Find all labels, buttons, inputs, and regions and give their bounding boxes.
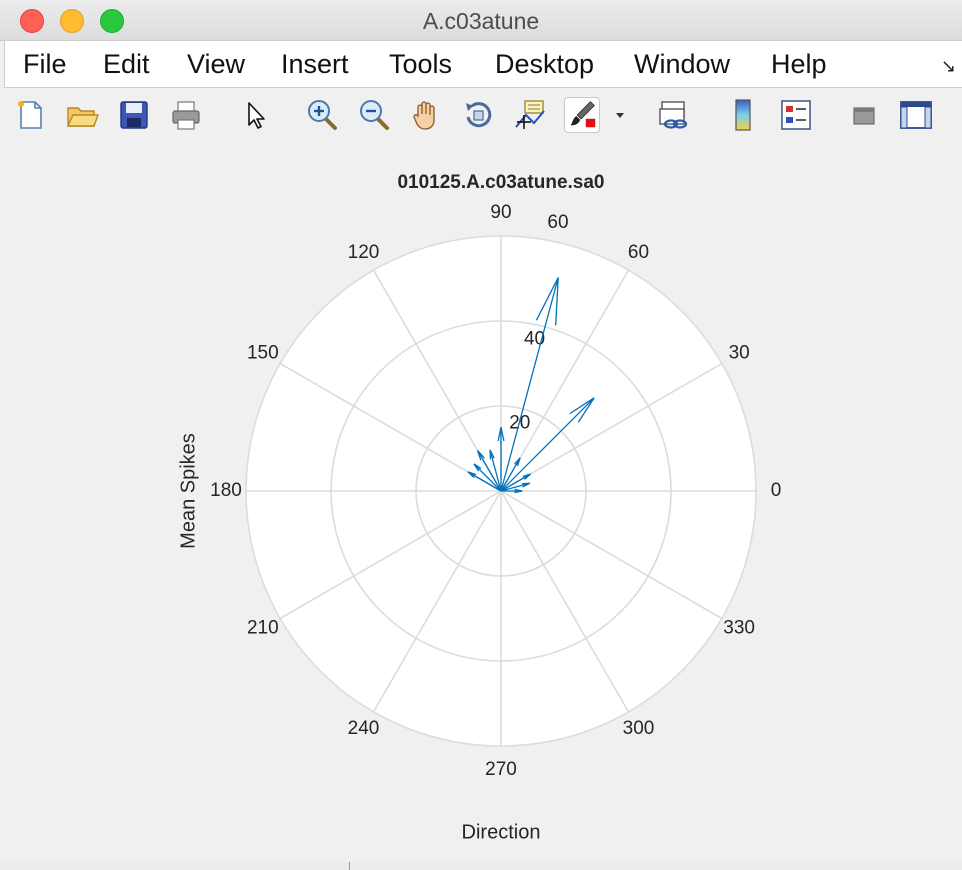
pointer-icon[interactable] xyxy=(238,97,274,133)
chart-title: 010125.A.c03atune.sa0 xyxy=(397,172,604,193)
save-icon[interactable] xyxy=(116,97,152,133)
data-cursor-icon[interactable] xyxy=(512,97,548,133)
pan-hand-icon[interactable] xyxy=(408,97,444,133)
menu-desktop[interactable]: Desktop xyxy=(495,48,594,80)
angle-tick-label: 240 xyxy=(348,718,380,739)
menu-file[interactable]: File xyxy=(23,48,67,80)
angle-tick-label: 90 xyxy=(490,202,511,223)
angle-tick-label: 0 xyxy=(771,480,782,501)
menu-help[interactable]: Help xyxy=(771,48,827,80)
menu-edit[interactable]: Edit xyxy=(103,48,150,80)
legend-icon[interactable] xyxy=(778,97,814,133)
print-icon[interactable] xyxy=(168,97,204,133)
background-window-strip xyxy=(0,862,962,870)
link-plot-icon[interactable] xyxy=(656,97,692,133)
angle-tick-label: 60 xyxy=(547,212,568,233)
angle-tick-label: 60 xyxy=(628,242,649,263)
brush-icon[interactable] xyxy=(564,97,600,133)
new-figure-icon[interactable] xyxy=(12,97,48,133)
compass-plot[interactable]: 010125.A.c03atune.sa0 0 30 60 90 120 150 180 210… xyxy=(0,141,962,862)
menu-bar: File Edit View Insert Tools Desktop Wind… xyxy=(4,40,962,88)
rotate-3d-icon[interactable] xyxy=(460,97,496,133)
angle-tick-label: 120 xyxy=(348,242,380,263)
angle-tick-label: 180 xyxy=(210,480,242,501)
figure-window: A.c03atune File Edit View Insert Tools D… xyxy=(0,0,962,863)
y-axis-label: Mean Spikes xyxy=(177,433,199,549)
menu-window[interactable]: Window xyxy=(634,48,730,80)
dropdown-arrow-icon[interactable] xyxy=(612,97,628,133)
hide-plot-tools-icon[interactable] xyxy=(846,97,882,133)
window-title: A.c03atune xyxy=(422,8,540,34)
zoom-in-icon[interactable] xyxy=(304,97,340,133)
show-plot-tools-icon[interactable] xyxy=(898,97,934,133)
angle-tick-label: 30 xyxy=(729,343,750,364)
menu-insert[interactable]: Insert xyxy=(281,48,349,80)
angle-tick-label: 330 xyxy=(723,618,755,639)
title-bar[interactable]: A.c03atune xyxy=(0,0,962,41)
open-file-icon[interactable] xyxy=(64,97,100,133)
angle-tick-label: 210 xyxy=(247,618,279,639)
dock-arrow-icon[interactable]: ↘ xyxy=(941,56,956,77)
angle-tick-label: 300 xyxy=(623,718,655,739)
x-axis-label: Direction xyxy=(462,821,541,843)
colorbar-icon[interactable] xyxy=(726,97,762,133)
menu-tools[interactable]: Tools xyxy=(389,48,452,80)
menu-view[interactable]: View xyxy=(187,48,245,80)
background-window-divider xyxy=(349,862,350,870)
angle-tick-label: 150 xyxy=(247,343,279,364)
angle-tick-label: 270 xyxy=(485,759,517,780)
zoom-out-icon[interactable] xyxy=(356,97,392,133)
toolbar xyxy=(0,89,962,142)
